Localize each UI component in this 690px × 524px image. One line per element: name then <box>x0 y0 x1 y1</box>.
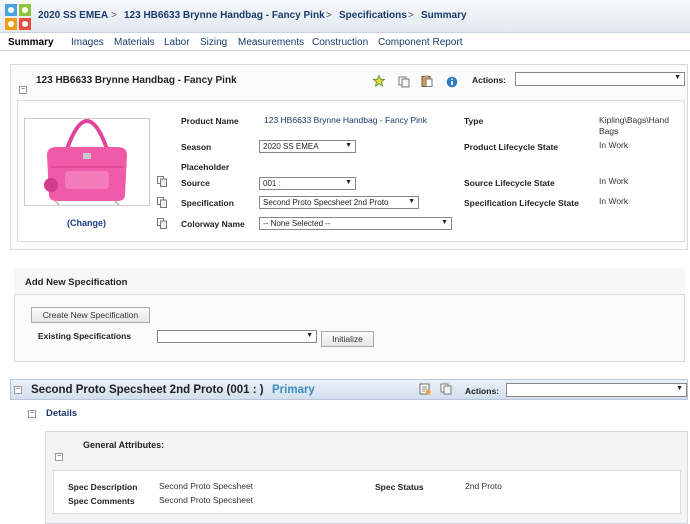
tab-images[interactable]: Images <box>71 37 104 48</box>
copy-colorway-icon[interactable] <box>157 218 167 229</box>
chevron-down-icon: ▼ <box>674 74 681 81</box>
existing-specifications-select[interactable]: ▼ <box>157 330 317 343</box>
copy-spec-icon[interactable] <box>440 383 452 395</box>
copy-specification-icon[interactable] <box>157 197 167 208</box>
general-attributes-title: General Attributes: <box>83 440 165 450</box>
existing-specifications-label: Existing Specifications <box>38 331 132 341</box>
collapse-details-toggle[interactable]: − <box>28 410 36 418</box>
create-new-specification-button[interactable]: Create New Specification <box>31 307 150 323</box>
source-select[interactable]: 001 : ▼ <box>259 177 356 190</box>
change-image-link[interactable]: (Change) <box>67 218 106 228</box>
breadcrumb-specifications[interactable]: Specifications <box>339 10 407 21</box>
season-select[interactable]: 2020 SS EMEA ▼ <box>259 140 356 153</box>
product-title: 123 HB6633 Brynne Handbag - Fancy Pink <box>36 75 237 86</box>
colorway-label: Colorway Name <box>181 219 245 229</box>
spec-actions-select[interactable]: ▼ <box>506 383 687 397</box>
spec-actions-label: Actions: <box>465 386 499 396</box>
chevron-down-icon: ▼ <box>408 198 415 205</box>
tab-component-report[interactable]: Component Report <box>378 37 463 48</box>
details-label[interactable]: Details <box>46 408 77 419</box>
spec-comments-label: Spec Comments <box>68 496 135 506</box>
collapse-specification-toggle[interactable]: − <box>14 386 22 394</box>
spec-report-icon[interactable] <box>419 383 431 395</box>
breadcrumb-separator: > <box>111 10 117 21</box>
actions-label: Actions: <box>472 75 506 85</box>
copy-icon[interactable] <box>398 76 410 88</box>
type-value: Bags <box>599 126 619 136</box>
product-lifecycle-label: Product Lifecycle State <box>464 142 559 152</box>
breadcrumb-summary: Summary <box>421 10 467 21</box>
copy-source-icon[interactable] <box>157 176 167 187</box>
general-attributes-box <box>53 470 681 514</box>
spec-comments-value: Second Proto Specsheet <box>159 495 254 505</box>
product-name-value: 123 HB6633 Brynne Handbag - Fancy Pink <box>264 115 428 125</box>
placeholder-label: Placeholder <box>181 162 230 172</box>
tab-summary[interactable]: Summary <box>8 37 54 48</box>
primary-badge: Primary <box>272 384 315 396</box>
type-value: Kipling\Bags\Hand <box>599 115 669 125</box>
add-specification-title: Add New Specification <box>25 277 128 288</box>
collapse-general-attributes-toggle[interactable]: − <box>55 453 63 461</box>
chevron-down-icon: ▼ <box>345 179 352 186</box>
source-lifecycle-value: In Work <box>599 176 629 186</box>
product-lifecycle-value: In Work <box>599 140 629 150</box>
source-label: Source <box>181 178 210 188</box>
tab-construction[interactable]: Construction <box>312 37 368 48</box>
app-logo-icon[interactable] <box>4 3 32 31</box>
chevron-down-icon: ▼ <box>676 385 683 392</box>
chevron-down-icon: ▼ <box>306 332 313 339</box>
tab-labor[interactable]: Labor <box>164 37 190 48</box>
spec-description-label: Spec Description <box>68 482 138 492</box>
initialize-button[interactable]: Initialize <box>321 331 374 347</box>
tab-measurements[interactable]: Measurements <box>238 37 304 48</box>
season-label: Season <box>181 142 212 152</box>
specification-label: Specification <box>181 198 234 208</box>
clipboard-icon[interactable] <box>421 75 433 87</box>
breadcrumb-product[interactable]: 123 HB6633 Brynne Handbag - Fancy Pink <box>124 10 325 21</box>
spec-lifecycle-value: In Work <box>599 196 629 206</box>
handbag-image <box>44 118 127 206</box>
product-name-label: Product Name <box>181 116 239 126</box>
favorite-star-icon[interactable] <box>373 75 385 87</box>
breadcrumb-season[interactable]: 2020 SS EMEA <box>38 10 108 21</box>
chevron-down-icon: ▼ <box>345 142 352 149</box>
info-icon[interactable] <box>446 76 458 88</box>
spec-status-label: Spec Status <box>375 482 424 492</box>
source-lifecycle-label: Source Lifecycle State <box>464 178 555 188</box>
spec-description-value: Second Proto Specsheet <box>159 481 254 491</box>
collapse-product-toggle[interactable]: − <box>19 86 27 94</box>
tab-sizing[interactable]: Sizing <box>200 37 227 48</box>
type-label: Type <box>464 116 484 126</box>
spec-status-value: 2nd Proto <box>465 481 502 491</box>
specification-select[interactable]: Second Proto Specsheet 2nd Proto ▼ <box>259 196 419 209</box>
colorway-select[interactable]: -- None Selected -- ▼ <box>259 217 452 230</box>
breadcrumb-separator: > <box>408 10 414 21</box>
product-actions-select[interactable]: ▼ <box>515 72 685 86</box>
breadcrumb-separator: > <box>326 10 332 21</box>
specification-title: Second Proto Specsheet 2nd Proto (001 : … <box>31 384 264 396</box>
chevron-down-icon: ▼ <box>441 219 448 226</box>
product-image[interactable] <box>24 118 150 206</box>
spec-lifecycle-label: Specification Lifecycle State <box>464 198 579 208</box>
tab-materials[interactable]: Materials <box>114 37 155 48</box>
